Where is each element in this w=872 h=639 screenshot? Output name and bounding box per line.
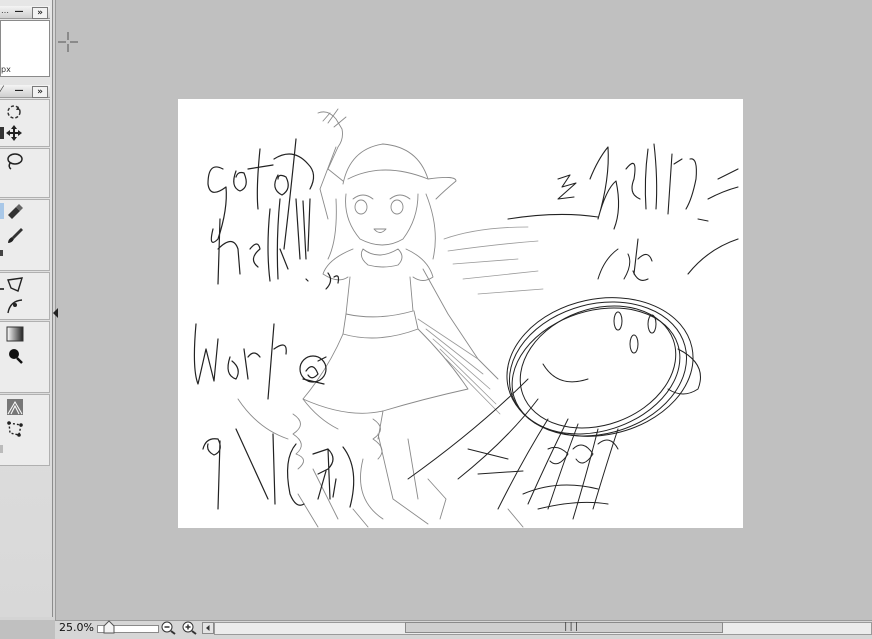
lasso-tool-icon[interactable] — [4, 151, 24, 171]
move-tool-icon[interactable] — [4, 123, 24, 143]
pen-tool-icon[interactable] — [5, 202, 25, 222]
tool-group-drawing — [0, 199, 50, 271]
tool-group-ruler — [0, 394, 50, 466]
sketch-artwork — [193, 108, 739, 528]
zoom-tool-icon[interactable] — [5, 346, 25, 366]
navigator-title: … — [1, 6, 9, 15]
perspective-ruler-icon[interactable] — [5, 397, 25, 417]
toolbox-title-fragment: ⁄ — [1, 85, 3, 95]
tool-group-select — [0, 99, 50, 147]
gradient-tool-icon[interactable] — [5, 324, 25, 344]
scrollbar-grip: ||| — [563, 622, 580, 632]
tool-fragment — [0, 445, 3, 453]
smiley-sketch — [407, 248, 701, 520]
navigator-expand-button[interactable]: » — [32, 7, 48, 19]
tool-fragment — [0, 250, 3, 256]
navigator-panel-header: … — » — [0, 6, 50, 19]
zoom-level[interactable]: 25.0% — [59, 621, 94, 634]
selected-tool-fragment — [0, 203, 4, 219]
character-lineart — [237, 108, 524, 528]
tool-group-lasso — [0, 148, 50, 198]
zoom-out-icon[interactable] — [161, 621, 177, 635]
toolbox-minimize-button[interactable]: — — [12, 86, 26, 96]
motion-lines — [417, 226, 544, 415]
handwriting-right — [507, 143, 739, 281]
scroll-left-arrow-icon[interactable] — [202, 622, 214, 634]
tool-fragment — [0, 278, 4, 290]
brush-tool-icon[interactable] — [5, 225, 25, 245]
zoom-in-icon[interactable] — [182, 621, 198, 635]
rotate-view-icon[interactable] — [4, 102, 24, 122]
toolbox-expand-button[interactable]: » — [32, 86, 48, 98]
curve-tool-icon[interactable] — [5, 296, 25, 316]
navigator-unit-label: px — [1, 65, 11, 74]
zoom-slider-handle-icon[interactable] — [102, 620, 116, 634]
transform-tool-icon[interactable] — [5, 419, 25, 439]
tool-group-vector — [0, 272, 50, 320]
tool-fragment — [0, 127, 4, 139]
navigator-minimize-button[interactable]: — — [12, 7, 26, 17]
polygon-tool-icon[interactable] — [5, 275, 25, 295]
crosshair-cursor-icon — [58, 32, 78, 52]
collapse-panel-arrow-icon[interactable] — [53, 308, 58, 318]
tool-group-fill — [0, 321, 50, 393]
toolbox-panel-header: ⁄ — » — [0, 85, 50, 98]
handwriting-left — [193, 138, 355, 510]
